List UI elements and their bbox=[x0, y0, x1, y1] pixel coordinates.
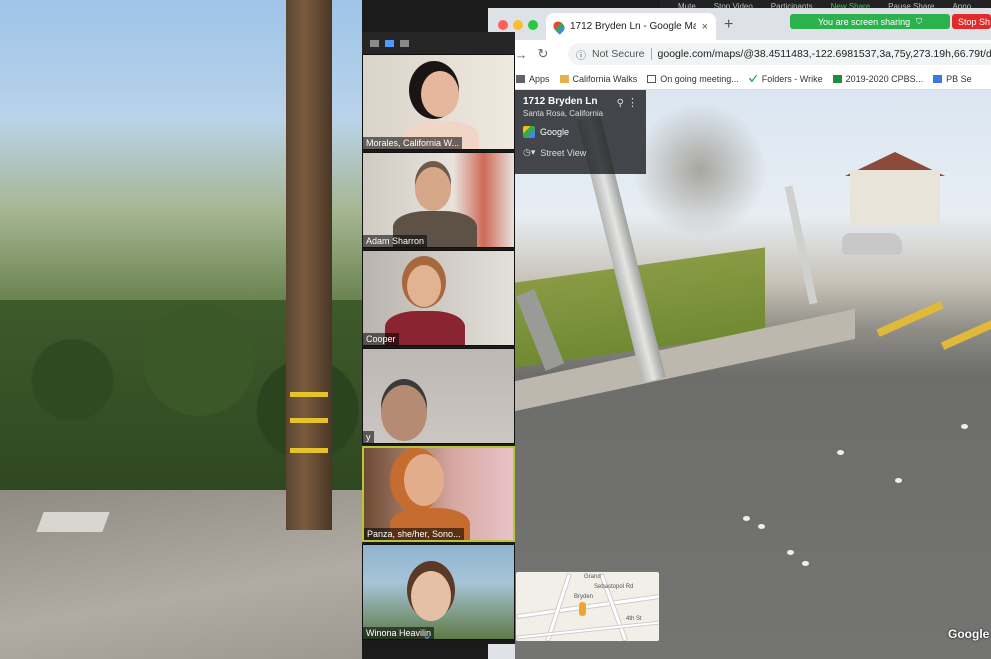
bookmark-label: California Walks bbox=[572, 73, 638, 84]
tab-close-icon[interactable]: × bbox=[702, 21, 708, 33]
street-photo-left bbox=[0, 0, 362, 659]
participant-tile[interactable]: Cooper bbox=[362, 250, 515, 346]
pebble bbox=[758, 524, 765, 529]
google-maps-favicon-icon bbox=[551, 18, 567, 35]
close-window-icon[interactable] bbox=[498, 20, 508, 30]
bookmark-label: 2019-2020 CPBS... bbox=[845, 73, 924, 84]
curb-marker bbox=[36, 512, 110, 532]
participant-face bbox=[421, 71, 459, 117]
bookmark-label: On going meeting... bbox=[660, 73, 739, 84]
bookmark-cpbs[interactable]: 2019-2020 CPBS... bbox=[832, 73, 924, 84]
participant-name: Morales, California W... bbox=[363, 137, 463, 149]
bookmark-label: Folders - Wrike bbox=[761, 73, 823, 84]
google-contributor-icon bbox=[523, 126, 535, 138]
location-pin-icon[interactable]: ⚲ bbox=[617, 98, 624, 109]
gallery-view-icon[interactable] bbox=[400, 39, 409, 47]
screen: Mute Stop Video Participants New Share P… bbox=[0, 0, 991, 659]
participant-face bbox=[404, 454, 444, 506]
clock-icon: ◷▾ bbox=[523, 147, 536, 157]
traffic-signal-pole bbox=[784, 185, 818, 305]
stop-share-label: Stop Sh bbox=[958, 16, 991, 27]
tab-title: 1712 Bryden Ln - Google Maps bbox=[570, 21, 696, 32]
minimap[interactable]: Bryden 4th St Sebastopol Rd Grand bbox=[515, 571, 660, 642]
participant-face bbox=[407, 265, 441, 307]
bookmark-label: Apps bbox=[529, 73, 550, 84]
pole-reflector bbox=[290, 392, 328, 397]
participant-face bbox=[415, 167, 451, 211]
participant-name: y bbox=[363, 431, 374, 443]
pebble bbox=[787, 550, 794, 555]
pebble bbox=[895, 478, 902, 483]
pebble bbox=[802, 561, 809, 566]
minimize-window-icon[interactable] bbox=[513, 20, 523, 30]
participant-face bbox=[411, 571, 451, 621]
lane-marking bbox=[940, 318, 991, 350]
location-subtitle: Santa Rosa, California bbox=[523, 109, 604, 118]
map-label: Sebastopol Rd bbox=[594, 584, 634, 590]
pb-logo-icon bbox=[933, 74, 943, 83]
navigation-bar: ← → ↻ ⓘ Not Secure google.com/maps/@38.4… bbox=[488, 40, 991, 68]
participant-name: Panza, she/her, Sono... bbox=[364, 528, 464, 540]
pebble bbox=[837, 450, 844, 455]
map-label: Grand bbox=[584, 574, 601, 580]
browser-tab[interactable]: 1712 Bryden Ln - Google Maps × bbox=[546, 13, 716, 40]
map-street bbox=[516, 620, 659, 640]
bookmark-apps[interactable]: Apps bbox=[516, 74, 550, 84]
maximize-window-icon[interactable] bbox=[528, 20, 538, 30]
more-options-icon[interactable]: ⋮ bbox=[627, 96, 638, 109]
bookmark-meeting[interactable]: On going meeting... bbox=[647, 74, 739, 84]
zoom-participants-panel: Morales, California W... Adam Sharron Co… bbox=[362, 32, 515, 644]
pole-reflector bbox=[290, 418, 328, 423]
tree bbox=[635, 100, 765, 240]
street-view-history-button[interactable]: ◷▾ Street View bbox=[523, 147, 638, 158]
participant-tile[interactable]: Adam Sharron bbox=[362, 152, 515, 248]
participant-tile[interactable]: Winona Heavilin bbox=[362, 544, 515, 640]
participant-face bbox=[381, 385, 427, 441]
participant-name: Adam Sharron bbox=[363, 235, 428, 247]
folder-icon bbox=[647, 74, 657, 83]
lane-marking bbox=[876, 301, 944, 337]
pole-reflector bbox=[290, 448, 328, 453]
address-bar[interactable]: ⓘ Not Secure google.com/maps/@38.4511483… bbox=[568, 43, 991, 65]
bookmark-california-walks[interactable]: California Walks bbox=[559, 73, 638, 84]
participant-tile[interactable]: y bbox=[362, 348, 515, 444]
participant-tile[interactable]: Morales, California W... bbox=[362, 54, 515, 150]
not-secure-label: Not Secure bbox=[592, 48, 645, 60]
chevron-down-icon[interactable]: ⌄ bbox=[422, 628, 432, 642]
screen-share-banner: You are screen sharing ⛉ bbox=[790, 14, 950, 29]
pegman-icon[interactable] bbox=[579, 602, 586, 616]
url-text[interactable]: google.com/maps/@38.4511483,-122.6981537… bbox=[658, 48, 991, 60]
bookmark-pb[interactable]: PB Se bbox=[933, 74, 972, 84]
divider bbox=[650, 48, 652, 60]
map-label: 4th St bbox=[626, 616, 642, 622]
house bbox=[850, 170, 940, 225]
map-label: Bryden bbox=[574, 594, 594, 600]
participant-name: Cooper bbox=[363, 333, 399, 345]
pebble bbox=[743, 516, 750, 521]
bookmarks-bar: Apps California Walks On going meeting..… bbox=[488, 68, 991, 90]
share-status-label: You are screen sharing bbox=[817, 16, 911, 27]
new-tab-button[interactable]: + bbox=[724, 16, 733, 34]
reload-icon[interactable]: ↻ bbox=[532, 46, 554, 62]
google-watermark: Google bbox=[948, 627, 990, 641]
bookmark-wrike[interactable]: Folders - Wrike bbox=[748, 73, 823, 84]
pebble bbox=[961, 424, 968, 429]
info-icon[interactable]: ⓘ bbox=[576, 47, 586, 62]
bookmark-label: PB Se bbox=[946, 73, 972, 84]
apps-grid-icon bbox=[516, 74, 525, 83]
walk-logo-icon bbox=[559, 74, 569, 83]
sheets-icon bbox=[832, 74, 842, 83]
minimize-video-icon[interactable] bbox=[370, 39, 379, 47]
speaker-view-icon[interactable] bbox=[385, 39, 394, 47]
shield-icon: ⛉ bbox=[916, 16, 923, 26]
street-view-info-card: 1712 Bryden Ln Santa Rosa, California ⚲ … bbox=[515, 90, 646, 174]
provider-label: Google bbox=[540, 127, 570, 137]
wrike-check-icon bbox=[748, 74, 758, 83]
parked-car bbox=[842, 233, 902, 255]
participant-tile-active-speaker[interactable]: Panza, she/her, Sono... bbox=[362, 446, 515, 542]
provider-row: Google bbox=[523, 126, 638, 138]
history-label: Street View bbox=[540, 147, 587, 158]
stop-share-button[interactable]: Stop Sh bbox=[952, 14, 991, 29]
gallery-view-toolbar bbox=[362, 32, 515, 54]
